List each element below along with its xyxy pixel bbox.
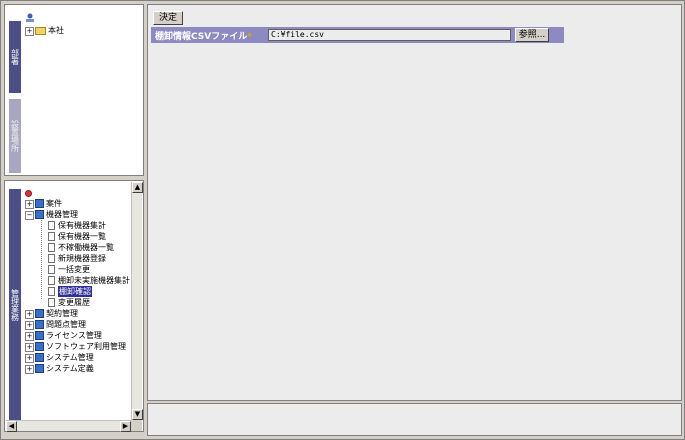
menu-item-label: システム管理 [46, 353, 94, 362]
page-icon [48, 276, 55, 285]
collapse-icon[interactable]: − [25, 211, 34, 220]
menu-item-label: 不稼働機器一覧 [58, 243, 114, 252]
menu-item-label: 新規機器登録 [58, 254, 106, 263]
scrollbar-corner [131, 420, 142, 431]
menu-tree-vertical-scrollbar[interactable]: ▲ ▼ [131, 182, 143, 420]
tab-location[interactable]: 設置場所 [9, 99, 21, 173]
book-icon [35, 309, 44, 318]
page-icon [48, 243, 55, 252]
csv-file-row: 棚卸情報CSVファイル* C:¥file.csv 参照... [151, 27, 564, 43]
menu-tree-horizontal-scrollbar[interactable]: ◀ ▶ [6, 420, 131, 432]
menu-item-label: 契約管理 [46, 309, 78, 318]
menu-item-label: 変更履歴 [58, 298, 90, 307]
menu-item-label: システム定義 [46, 364, 94, 373]
csv-file-label-group: 棚卸情報CSVファイル* [155, 29, 252, 42]
csv-file-label: 棚卸情報CSVファイル [155, 32, 248, 42]
menu-item-label: 案件 [46, 199, 62, 208]
expand-icon[interactable]: + [25, 332, 34, 341]
root-ball-icon [25, 190, 32, 197]
page-icon [48, 221, 55, 230]
page-icon [48, 298, 55, 307]
menu-item-label: 保有機器集計 [58, 221, 106, 230]
content-pane [147, 4, 682, 401]
expand-icon[interactable]: + [25, 321, 34, 330]
org-tree-pane: 部署 設置場所 + 本社 [4, 4, 144, 176]
expand-icon[interactable]: + [25, 343, 34, 352]
footer-pane [147, 403, 682, 436]
menu-item-label: 問題点管理 [46, 320, 86, 329]
expand-icon[interactable]: + [25, 200, 34, 209]
page-icon [48, 265, 55, 274]
org-tree-root-label: 本社 [48, 26, 64, 35]
scroll-up-icon[interactable]: ▲ [132, 182, 143, 193]
page-icon [48, 254, 55, 263]
book-icon [35, 353, 44, 362]
folder-icon [35, 27, 46, 35]
expand-icon[interactable]: + [25, 310, 34, 319]
required-mark: * [247, 32, 252, 42]
book-icon [35, 364, 44, 373]
expand-icon[interactable]: + [25, 365, 34, 374]
page-icon [48, 287, 55, 296]
menu-item-label: ソフトウェア利用管理 [46, 342, 126, 351]
menu-item-label: 機器管理 [46, 210, 78, 219]
scroll-down-icon[interactable]: ▼ [132, 409, 143, 420]
scroll-right-icon[interactable]: ▶ [120, 421, 131, 432]
book-icon [35, 331, 44, 340]
book-icon [35, 320, 44, 329]
menu-tree-pane: 管理業務 + 案件 − 機器管理 保有機器集計 保有機器一覧 不稼働機器一覧 新… [4, 180, 144, 432]
browse-button[interactable]: 参照... [515, 28, 549, 42]
tree-connector [41, 213, 42, 299]
tab-management-label: 管理業務 [10, 289, 20, 321]
menu-item-label: 棚卸未実施機器集計 [58, 276, 130, 285]
tab-location-label: 設置場所 [10, 120, 20, 152]
organization-icon [26, 13, 34, 22]
tab-department[interactable]: 部署 [9, 21, 21, 93]
book-icon [35, 342, 44, 351]
menu-item-label: 一括変更 [58, 265, 90, 274]
book-open-icon [35, 210, 44, 219]
menu-item-label: 保有機器一覧 [58, 232, 106, 241]
expand-icon[interactable]: + [25, 27, 34, 36]
csv-file-input[interactable]: C:¥file.csv [268, 29, 511, 41]
scroll-left-icon[interactable]: ◀ [6, 421, 17, 432]
menu-item-label-selected: 棚卸確認 [58, 286, 92, 297]
tab-management[interactable]: 管理業務 [9, 189, 21, 421]
tab-department-label: 部署 [10, 49, 20, 65]
book-icon [35, 199, 44, 208]
menu-item-label: ライセンス管理 [46, 331, 102, 340]
expand-icon[interactable]: + [25, 354, 34, 363]
decide-button[interactable]: 決定 [153, 11, 183, 25]
page-icon [48, 232, 55, 241]
